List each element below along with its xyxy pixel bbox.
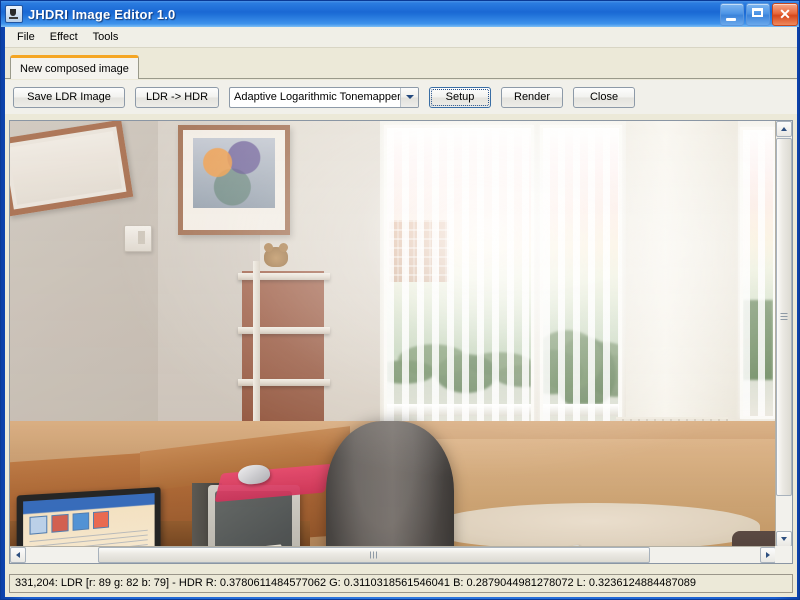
photo-rug (430, 503, 760, 547)
client-area: File Effect Tools New composed image Sav… (5, 27, 797, 597)
scroll-left-button[interactable] (10, 547, 26, 563)
maximize-button[interactable] (746, 3, 770, 26)
photo-teddy-bear (264, 243, 288, 267)
scroll-down-button[interactable] (776, 531, 792, 547)
photo-shelf-plank (238, 273, 330, 280)
menu-item-file[interactable]: File (10, 28, 43, 47)
vertical-scroll-thumb[interactable] (776, 138, 792, 496)
close-icon: ✕ (779, 6, 791, 22)
photo-picture-frame-left-mat (10, 131, 122, 205)
toolbar: Save LDR Image LDR -> HDR Adaptive Logar… (5, 80, 797, 114)
photo-window-middle (540, 125, 622, 443)
photo-laptop-display-icons (29, 510, 110, 535)
application-window: JHDRI Image Editor 1.0 ✕ File Effect Too… (0, 0, 800, 600)
photo-shelf-plank (238, 327, 330, 334)
photo-vertical-blinds-right (743, 130, 773, 416)
window-controls: ✕ (720, 3, 798, 26)
photo-window-wall (360, 121, 776, 461)
tonemapper-selected-value: Adaptive Logarithmic Tonemapper (234, 91, 401, 103)
scroll-up-button[interactable] (776, 121, 792, 137)
grip-lines-icon (370, 551, 378, 559)
chevron-up-icon (781, 127, 787, 131)
java-coffee-cup-icon (5, 5, 23, 23)
photo-picture-frame-right (178, 125, 290, 235)
close-tab-button[interactable]: Close (573, 86, 636, 108)
menu-item-tools[interactable]: Tools (86, 28, 127, 47)
hdr-photo-canvas[interactable] (10, 121, 776, 547)
chevron-down-icon (781, 537, 787, 541)
horizontal-scrollbar[interactable] (10, 546, 776, 563)
photo-shelf-plank (238, 379, 330, 386)
render-button[interactable]: Render (501, 86, 564, 108)
save-ldr-image-button[interactable]: Save LDR Image (13, 86, 125, 108)
photo-office-chair (326, 421, 454, 547)
maximize-icon (752, 8, 763, 17)
scrollbar-corner (775, 546, 792, 563)
photo-laptop-screen (16, 487, 161, 547)
minimize-icon (726, 18, 736, 21)
photo-window-right (740, 127, 776, 419)
photo-vertical-blinds-middle (543, 128, 619, 440)
photo-picture-frame-right-art (193, 138, 275, 208)
minimize-button[interactable] (720, 3, 744, 26)
image-scroll-pane (9, 120, 793, 564)
title-bar: JHDRI Image Editor 1.0 ✕ (1, 1, 799, 27)
photo-curtain-panel (626, 121, 738, 459)
tonemapper-select[interactable]: Adaptive Logarithmic Tonemapper (229, 86, 420, 108)
grip-lines-icon (780, 313, 788, 321)
menu-bar: File Effect Tools (5, 27, 797, 48)
photo-vertical-blinds-left (387, 128, 531, 440)
horizontal-scroll-thumb[interactable] (98, 547, 650, 563)
setup-button[interactable]: Setup (429, 86, 492, 108)
window-title: JHDRI Image Editor 1.0 (28, 6, 176, 22)
chevron-right-icon (766, 552, 770, 558)
ldr-to-hdr-button[interactable]: LDR -> HDR (135, 86, 220, 108)
photo-sofa (732, 531, 776, 547)
scroll-right-button[interactable] (760, 547, 776, 563)
chevron-left-icon (16, 552, 20, 558)
tab-new-composed-image[interactable]: New composed image (10, 55, 139, 79)
tab-label: New composed image (20, 62, 129, 75)
photo-wall-switch (124, 225, 152, 252)
vertical-scrollbar[interactable] (775, 121, 792, 547)
photo-laptop-display (23, 493, 155, 547)
close-button[interactable]: ✕ (772, 3, 798, 26)
photo-window-left (384, 125, 534, 443)
chevron-down-icon[interactable] (400, 87, 419, 107)
menu-item-effect[interactable]: Effect (43, 28, 86, 47)
tab-strip: New composed image (5, 55, 797, 80)
status-bar: 331,204: LDR [r: 89 g: 82 b: 79] - HDR R… (9, 574, 793, 593)
status-bar-text: 331,204: LDR [r: 89 g: 82 b: 79] - HDR R… (15, 577, 696, 589)
